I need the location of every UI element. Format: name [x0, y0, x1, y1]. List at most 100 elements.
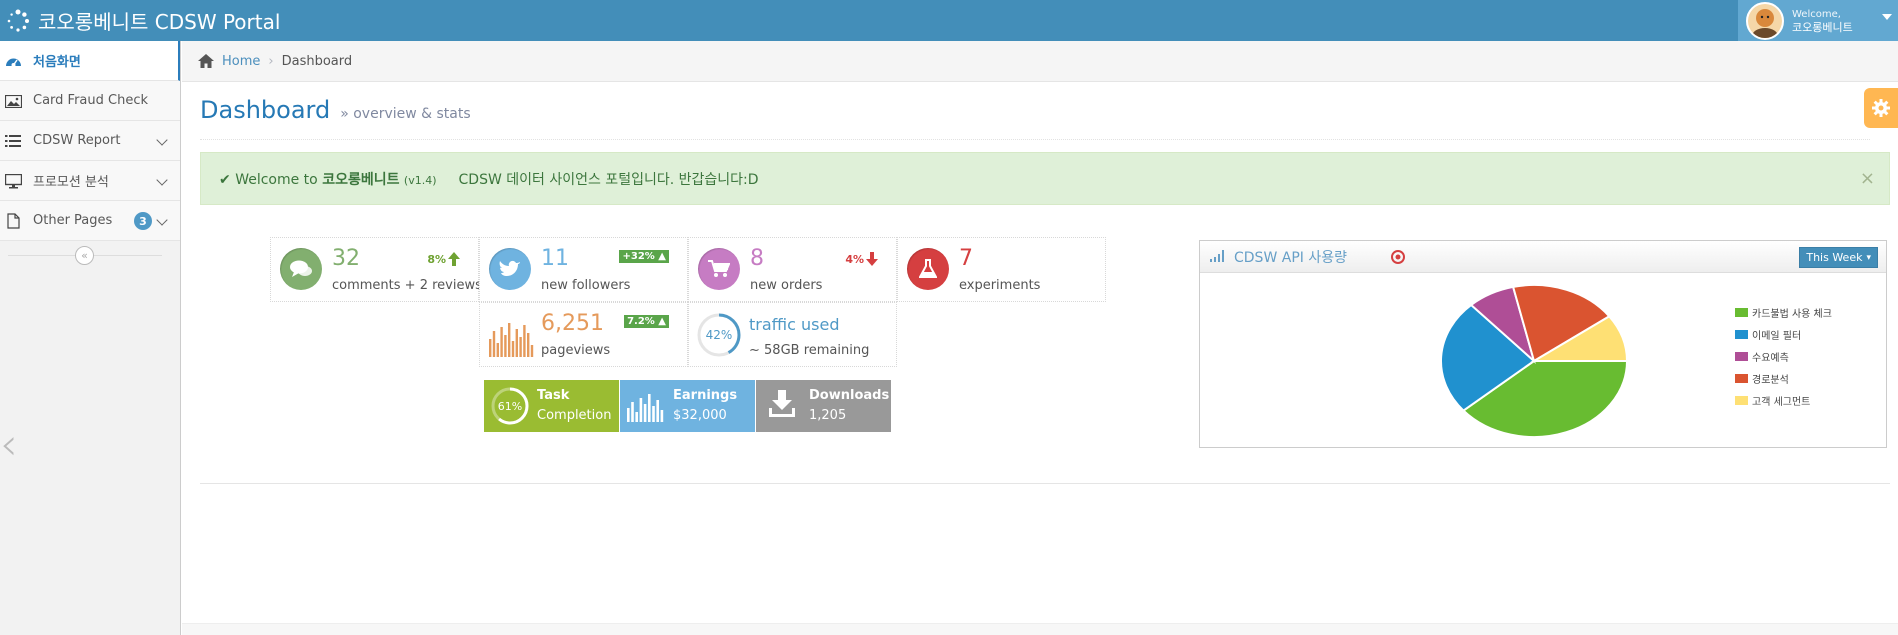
sparkline-bar: [500, 327, 503, 357]
sparkline-bar: [511, 341, 515, 357]
earnings-bar: [643, 404, 647, 422]
sparkline-bar: [508, 323, 511, 357]
infobox-earnings: Earnings $32,000: [620, 380, 755, 432]
sidebar-item-cdsw-report[interactable]: CDSW Report: [0, 121, 180, 161]
legend-swatch: [1735, 329, 1748, 339]
pageviews-caption: pageviews: [541, 343, 611, 358]
api-usage-widget: CDSW API 사용량 This Week ▾ 카드불법 사용 체크이메일 필…: [1199, 240, 1887, 448]
breadcrumb-home-link[interactable]: Home: [222, 54, 260, 69]
breadcrumb-current: Dashboard: [281, 53, 353, 69]
earnings-bar: [631, 402, 634, 422]
widget-title: CDSW API 사용량: [1234, 249, 1347, 266]
traffic-title: traffic used: [749, 315, 840, 334]
welcome-text: Welcome,: [1792, 8, 1841, 20]
comments-caption: comments + 2 reviews: [332, 278, 482, 293]
traffic-progress-ring: 42%: [696, 312, 742, 358]
divider: [200, 483, 1890, 484]
sidebar-item-label: CDSW Report: [33, 133, 121, 148]
chevron-down-icon: [156, 174, 168, 186]
task-label: Task: [537, 388, 570, 403]
flask-icon: [907, 248, 949, 290]
comments-stat: 8%: [427, 252, 460, 266]
sidebar-item-card-fraud[interactable]: Card Fraud Check: [0, 81, 180, 121]
dashboard-icon: [3, 53, 23, 69]
sidebar-item-label: 프로모션 분석: [33, 175, 109, 190]
legend-label: 수요예측: [1752, 352, 1789, 364]
page-subtitle: » overview & stats: [340, 106, 471, 122]
legend-swatch: [1735, 373, 1748, 383]
welcome-alert: ✔ Welcome to 코오롱베니트 (v1.4) CDSW 데이터 사이언스…: [200, 152, 1890, 205]
sparkline-bar: [515, 329, 518, 357]
alert-version: (v1.4): [403, 173, 437, 187]
breadcrumb-separator: ›: [268, 53, 274, 69]
sparkline-bar: [527, 333, 530, 357]
desktop-icon: [3, 173, 23, 189]
period-dropdown[interactable]: This Week ▾: [1799, 247, 1878, 268]
sidebar-item-other-pages[interactable]: Other Pages 3: [0, 201, 180, 241]
infobox-pageviews: 6,251 pageviews 7.2% ▲: [479, 302, 688, 367]
legend-item: 경로분석: [1735, 367, 1832, 389]
chevron-down-icon: [156, 134, 168, 146]
downloads-value: 1,205: [809, 408, 847, 423]
infobox-comments: 32 comments + 2 reviews 8%: [270, 237, 482, 302]
sidebar-item-label: Other Pages: [33, 213, 113, 228]
experiments-caption: experiments: [959, 278, 1041, 293]
widget-header: CDSW API 사용량 This Week ▾: [1200, 241, 1886, 273]
sparkline-bar: [519, 337, 522, 357]
brand-title: 코오롱베니트 CDSW Portal: [38, 10, 281, 34]
followers-caption: new followers: [541, 278, 631, 293]
chevron-left-icon[interactable]: ‹: [0, 423, 18, 467]
user-avatar-icon: [1748, 3, 1782, 38]
infobox-orders: 8 new orders 4%: [688, 237, 897, 302]
sparkline-bar: [489, 339, 492, 357]
gear-icon: [1872, 99, 1890, 117]
settings-button[interactable]: [1864, 88, 1898, 128]
followers-count: 11: [541, 246, 569, 271]
sidebar-item-home[interactable]: 처음화면: [0, 41, 180, 81]
badge-count: 3: [134, 212, 152, 230]
chart-legend: 카드불법 사용 체크 이메일 필터 수요예측 경로분석 고객 세그먼트: [1735, 301, 1832, 411]
orders-stat: 4%: [845, 252, 878, 266]
sidebar-item-promotion[interactable]: 프로모션 분석: [0, 161, 180, 201]
alert-brand: 코오롱베니트: [322, 171, 400, 188]
spinner-logo-icon: [7, 9, 29, 32]
legend-swatch: [1735, 307, 1748, 317]
brand-link[interactable]: 코오롱베니트 CDSW Portal: [6, 0, 280, 41]
sidebar: 처음화면 Card Fraud Check CDSW Report 프로모션 분…: [0, 41, 181, 635]
home-icon: [198, 54, 214, 68]
comments-count: 32: [332, 246, 360, 271]
chevron-down-icon: [156, 214, 168, 226]
avatar: [1746, 1, 1784, 40]
arrow-up-icon: ▲: [658, 251, 666, 262]
file-icon: [3, 213, 23, 229]
pageviews-badge: 7.2% ▲: [624, 315, 669, 328]
top-navbar: 코오롱베니트 CDSW Portal Welcome, 코오롱베니트: [0, 0, 1898, 41]
sparkline-bar: [504, 335, 507, 357]
user-menu[interactable]: Welcome, 코오롱베니트: [1738, 0, 1898, 41]
legend-label: 이메일 필터: [1752, 330, 1802, 342]
check-icon: ✔: [219, 171, 231, 188]
sparkline-bar: [496, 343, 499, 357]
breadcrumb: Home › Dashboard: [182, 41, 1898, 82]
legend-item: 카드불법 사용 체크: [1735, 301, 1832, 323]
sidebar-collapse-button[interactable]: «: [75, 246, 94, 265]
alert-message: CDSW 데이터 사이언스 포털입니다. 반갑습니다:D: [458, 171, 759, 188]
close-icon[interactable]: ×: [1860, 168, 1875, 189]
orders-count: 8: [750, 246, 764, 271]
task-percent: 61%: [497, 399, 523, 413]
earnings-bar: [656, 400, 659, 422]
comments-icon: [280, 248, 322, 290]
followers-badge: +32% ▲: [619, 250, 669, 263]
list-icon: [3, 133, 23, 149]
traffic-caption: ~ 58GB remaining: [749, 343, 870, 358]
traffic-percent: 42%: [705, 328, 733, 342]
sparkline-bar: [492, 331, 496, 357]
download-icon: [769, 390, 795, 417]
experiments-count: 7: [959, 246, 973, 271]
infobox-downloads: Downloads 1,205: [756, 380, 891, 432]
earnings-bar: [660, 410, 664, 422]
footer-bar: [182, 623, 1898, 635]
page-header: Dashboard » overview & stats: [200, 92, 1870, 140]
user-name: 코오롱베니트: [1792, 20, 1853, 34]
page-title: Dashboard: [200, 96, 331, 124]
